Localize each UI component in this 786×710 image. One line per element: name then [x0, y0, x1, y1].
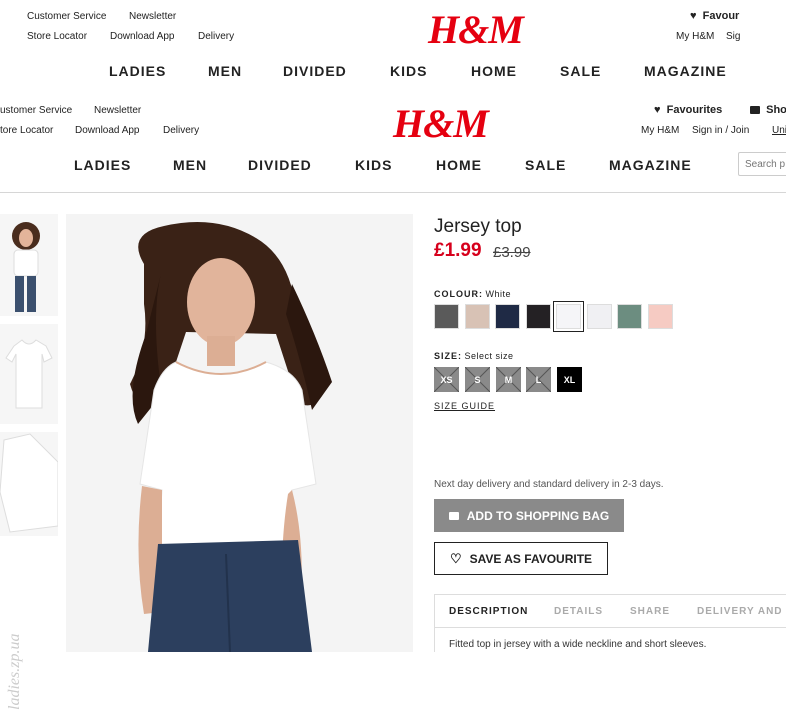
colour-selector-label: COLOUR: White	[434, 289, 512, 299]
size-option[interactable]: S	[465, 367, 490, 392]
heart-icon: ♥	[690, 10, 697, 22]
colour-swatch[interactable]	[526, 304, 551, 329]
size-guide-link[interactable]: SIZE GUIDE	[434, 401, 495, 411]
description-panel: Fitted top in jersey with a wide necklin…	[434, 628, 786, 652]
product-thumbnail[interactable]	[0, 214, 58, 316]
nav-magazine[interactable]: MAGAZINE	[609, 157, 692, 173]
product-thumbnail[interactable]	[0, 432, 58, 536]
colour-swatch[interactable]	[553, 301, 584, 332]
size-label: L	[535, 374, 542, 385]
heart-outline-icon: ♡	[449, 550, 462, 566]
tab-details[interactable]: DETAILS	[554, 606, 603, 617]
product-title: Jersey top	[434, 216, 522, 237]
model-thumbnail-image	[12, 222, 40, 312]
newsletter-link[interactable]: Newsletter	[94, 105, 141, 116]
watermark: ladies.zp.ua	[6, 633, 23, 710]
nav-men[interactable]: MEN	[173, 157, 207, 173]
sale-price: £1.99	[434, 240, 482, 261]
product-info-tabs: DESCRIPTION DETAILS SHARE DELIVERY AND P	[434, 594, 786, 628]
colour-swatch[interactable]	[495, 304, 520, 329]
delivery-link[interactable]: Delivery	[163, 125, 199, 136]
nav-kids[interactable]: KIDS	[390, 63, 427, 79]
size-prompt: Select size	[464, 351, 514, 361]
shopping-bag-link[interactable]: Sho	[750, 104, 786, 116]
header-divider	[0, 192, 786, 193]
product-main-image	[66, 214, 413, 652]
my-hm-link[interactable]: My H&M	[641, 125, 679, 136]
original-price: £3.99	[493, 244, 531, 261]
nav-divided[interactable]: DIVIDED	[248, 157, 312, 173]
size-label: S	[474, 374, 481, 385]
size-label: M	[504, 374, 513, 385]
favourites-link[interactable]: ♥ Favourites	[654, 104, 722, 116]
colour-swatch[interactable]	[648, 304, 673, 329]
newsletter-link[interactable]: Newsletter	[129, 11, 176, 22]
download-app-link[interactable]: Download App	[110, 31, 175, 42]
hm-logo[interactable]: H&M	[393, 100, 489, 147]
nav-ladies[interactable]: LADIES	[74, 157, 131, 173]
colour-swatch[interactable]	[617, 304, 642, 329]
store-locator-link[interactable]: tore Locator	[0, 125, 53, 136]
nav-home[interactable]: HOME	[471, 63, 517, 79]
size-selector-label: SIZE: Select size	[434, 351, 514, 361]
tshirt-thumbnail-image	[5, 339, 53, 409]
nav-sale[interactable]: SALE	[560, 63, 601, 79]
sign-in-link[interactable]: Sign in / Join	[692, 125, 749, 136]
size-option[interactable]: M	[496, 367, 521, 392]
bag-icon	[750, 106, 760, 114]
customer-service-link[interactable]: Customer Service	[27, 11, 106, 22]
tab-share[interactable]: SHARE	[630, 606, 670, 617]
nav-home[interactable]: HOME	[436, 157, 482, 173]
customer-service-link[interactable]: ustomer Service	[0, 105, 72, 116]
favourites-link[interactable]: ♥ Favour	[690, 10, 739, 22]
size-option[interactable]: L	[526, 367, 551, 392]
selected-colour: White	[485, 289, 512, 299]
size-label: XL	[563, 374, 576, 385]
nav-ladies[interactable]: LADIES	[109, 63, 166, 79]
tab-description[interactable]: DESCRIPTION	[449, 606, 528, 617]
colour-swatch[interactable]	[434, 304, 459, 329]
product-thumbnail[interactable]	[0, 324, 58, 424]
nav-men[interactable]: MEN	[208, 63, 242, 79]
size-label: XS	[440, 374, 453, 385]
heart-icon: ♥	[654, 104, 661, 116]
store-locator-link[interactable]: Store Locator	[27, 31, 87, 42]
search-input[interactable]	[738, 152, 786, 176]
colour-swatch[interactable]	[465, 304, 490, 329]
nav-magazine[interactable]: MAGAZINE	[644, 63, 727, 79]
size-option[interactable]: XS	[434, 367, 459, 392]
my-hm-link[interactable]: My H&M	[676, 31, 714, 42]
tshirt-detail-thumbnail-image	[0, 433, 58, 533]
save-favourite-button[interactable]: ♡ SAVE AS FAVOURITE	[434, 542, 608, 575]
description-text: Fitted top in jersey with a wide necklin…	[449, 639, 707, 650]
bag-icon	[448, 511, 459, 520]
delivery-link[interactable]: Delivery	[198, 31, 234, 42]
model-illustration	[130, 222, 332, 652]
tab-delivery[interactable]: DELIVERY AND P	[697, 606, 786, 617]
nav-kids[interactable]: KIDS	[355, 157, 392, 173]
delivery-note: Next day delivery and standard delivery …	[434, 479, 664, 490]
colour-swatch[interactable]	[587, 304, 612, 329]
add-to-bag-button[interactable]: ADD TO SHOPPING BAG	[434, 499, 624, 532]
nav-sale[interactable]: SALE	[525, 157, 566, 173]
download-app-link[interactable]: Download App	[75, 125, 140, 136]
uni-link[interactable]: Uni	[772, 125, 786, 136]
size-option[interactable]: XL	[557, 367, 582, 392]
nav-divided[interactable]: DIVIDED	[283, 63, 347, 79]
hm-logo[interactable]: H&M	[428, 6, 524, 53]
sign-in-link[interactable]: Sig	[726, 31, 740, 42]
